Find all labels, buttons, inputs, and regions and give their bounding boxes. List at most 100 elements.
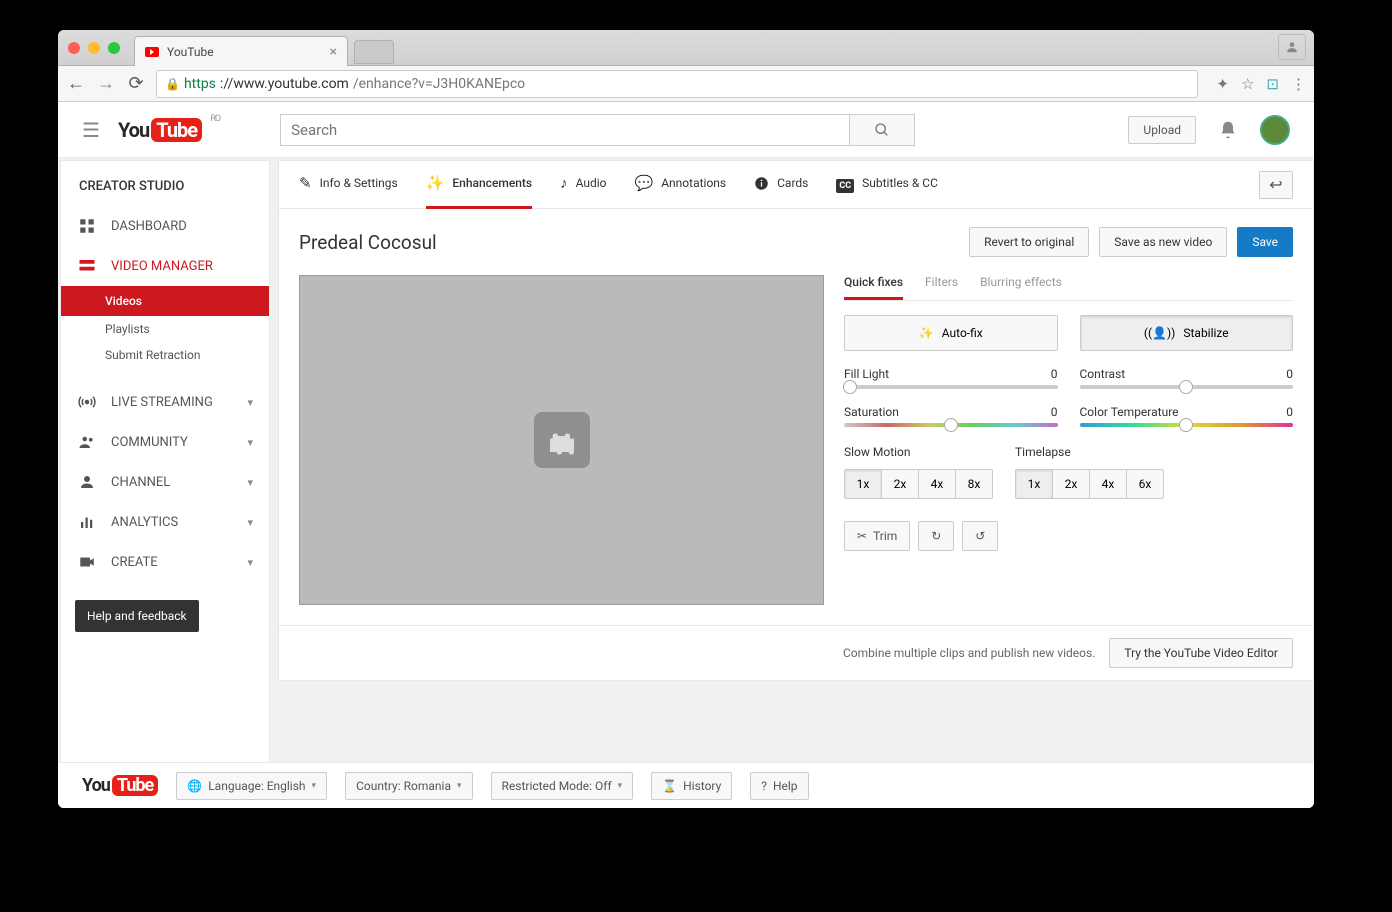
restricted-button[interactable]: Restricted Mode: Off▾ [491,772,634,800]
url-input[interactable]: 🔒 https://www.youtube.com/enhance?v=J3H0… [156,70,1198,98]
sidebar-create[interactable]: CREATE ▾ [61,542,269,582]
trim-button[interactable]: ✂Trim [844,521,910,551]
lapse-1x[interactable]: 1x [1015,469,1053,499]
channel-icon [77,472,97,492]
sidebar-analytics[interactable]: ANALYTICS ▾ [61,502,269,542]
slow-2x[interactable]: 2x [881,469,919,499]
lapse-4x[interactable]: 4x [1089,469,1127,499]
sidebar-sub-videos[interactable]: Videos [61,286,269,316]
avatar[interactable] [1260,115,1290,145]
header-right: Upload [1128,115,1290,145]
bookmark-icon[interactable]: ☆ [1241,75,1254,93]
live-icon [77,392,97,412]
analytics-icon [77,512,97,532]
slow-4x[interactable]: 4x [918,469,956,499]
help-button[interactable]: ?Help [750,772,808,800]
sidebar-item-label: LIVE STREAMING [111,395,213,410]
forward-button[interactable]: → [96,73,116,94]
stabilize-icon: ((👤)) [1144,326,1176,340]
combine-text: Combine multiple clips and publish new v… [843,646,1095,660]
traffic-lights [68,42,120,54]
sidebar-community[interactable]: COMMUNITY ▾ [61,422,269,462]
temperature-track[interactable] [1080,423,1294,427]
fill-light-track[interactable] [844,385,1058,389]
slider-temperature: Color Temperature0 [1080,405,1294,427]
slider-thumb[interactable] [1179,418,1193,432]
tab-cc[interactable]: CCSubtitles & CC [836,161,938,209]
footer-logo[interactable]: YouTube [82,775,158,796]
close-window[interactable] [68,42,80,54]
lock-icon: 🔒 [165,77,180,91]
save-as-button[interactable]: Save as new video [1099,227,1227,257]
upload-button[interactable]: Upload [1128,116,1196,144]
video-preview[interactable] [299,275,824,605]
cc-icon: CC [836,174,854,192]
sidebar-channel[interactable]: CHANNEL ▾ [61,462,269,502]
cast-icon[interactable]: ⊡ [1266,75,1279,93]
tab-audio[interactable]: ♪Audio [560,161,606,209]
save-button[interactable]: Save [1237,227,1293,257]
autofix-button[interactable]: ✨Auto-fix [844,315,1058,351]
saturation-track[interactable] [844,423,1058,427]
wand-icon: ✨ [426,174,445,192]
rotate-cw-button[interactable]: ↻ [918,521,954,551]
slider-thumb[interactable] [843,380,857,394]
sidebar-sub-playlists[interactable]: Playlists [61,316,269,342]
back-button[interactable]: ← [66,73,86,94]
title-actions: Revert to original Save as new video Sav… [969,227,1293,257]
new-tab-button[interactable] [354,40,394,64]
rotate-cw-icon: ↻ [931,529,941,543]
sidebar-video-manager[interactable]: VIDEO MANAGER [61,246,269,286]
speech-icon: 💬 [635,174,654,192]
fixtab-quick[interactable]: Quick fixes [844,275,903,300]
revert-button[interactable]: Revert to original [969,227,1089,257]
edit-tabs: ✎Info & Settings ✨Enhancements ♪Audio 💬A… [279,161,1313,209]
menu-icon[interactable]: ⋮ [1291,75,1306,93]
slow-8x[interactable]: 8x [955,469,993,499]
youtube-favicon [145,47,159,57]
minimize-window[interactable] [88,42,100,54]
maximize-window[interactable] [108,42,120,54]
slow-1x[interactable]: 1x [844,469,882,499]
fixtab-blur[interactable]: Blurring effects [980,275,1062,300]
rotate-ccw-icon: ↺ [975,529,985,543]
help-feedback-button[interactable]: Help and feedback [75,600,199,632]
tab-info[interactable]: ✎Info & Settings [299,161,398,209]
reload-button[interactable]: ⟳ [126,73,146,94]
slider-thumb[interactable] [1179,380,1193,394]
video-editor-button[interactable]: Try the YouTube Video Editor [1109,638,1293,668]
extension-icon[interactable]: ✦ [1216,75,1229,93]
back-arrow-button[interactable]: ↩ [1259,171,1293,199]
lapse-2x[interactable]: 2x [1052,469,1090,499]
chrome-profile-button[interactable] [1278,34,1306,60]
slider-thumb[interactable] [944,418,958,432]
search-input[interactable] [280,114,850,146]
stabilize-button[interactable]: ((👤))Stabilize [1080,315,1294,351]
tab-annotations[interactable]: 💬Annotations [635,161,727,209]
rotate-ccw-button[interactable]: ↺ [962,521,998,551]
auto-row: ✨Auto-fix ((👤))Stabilize [844,315,1293,351]
search-button[interactable] [850,114,915,146]
sidebar-item-label: ANALYTICS [111,515,178,530]
tab-enhancements[interactable]: ✨Enhancements [426,161,532,209]
wand-icon: ✨ [919,326,934,340]
video-manager-icon [77,256,97,276]
notifications-icon[interactable] [1218,120,1238,140]
youtube-logo[interactable]: YouTube RO [118,118,202,142]
country-button[interactable]: Country: Romania▾ [345,772,472,800]
language-button[interactable]: 🌐Language: English▾ [176,772,327,800]
sidebar-dashboard[interactable]: DASHBOARD [61,206,269,246]
sidebar-live-streaming[interactable]: LIVE STREAMING ▾ [61,382,269,422]
sidebar-sub-retraction[interactable]: Submit Retraction [61,342,269,368]
hamburger-icon[interactable]: ☰ [82,118,100,142]
close-tab-icon[interactable]: × [330,44,337,60]
history-button[interactable]: ⌛History [651,772,732,800]
lapse-6x[interactable]: 6x [1126,469,1164,499]
timelapse-block: Timelapse 1x 2x 4x 6x [1015,445,1164,499]
note-icon: ♪ [560,174,568,192]
contrast-track[interactable] [1080,385,1294,389]
browser-tab[interactable]: YouTube × [134,36,348,66]
tab-cards[interactable]: Cards [754,161,808,209]
info-icon [754,176,769,191]
fixtab-filters[interactable]: Filters [925,275,958,300]
